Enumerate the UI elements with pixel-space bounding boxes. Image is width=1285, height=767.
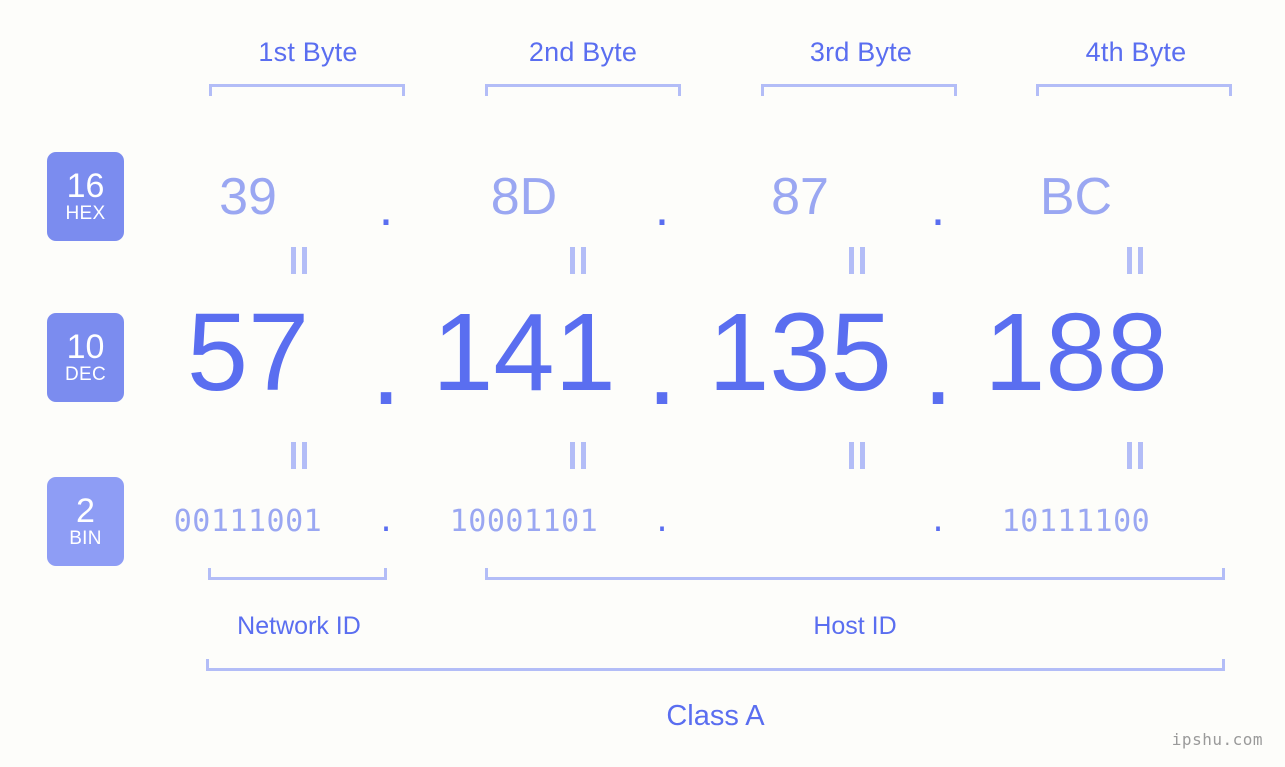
bin-octet-2: 10001101 bbox=[449, 504, 599, 539]
equals-mark-dec-bin-1 bbox=[289, 442, 311, 469]
equals-mark-dec-bin-2 bbox=[568, 442, 590, 469]
radix-badge-bin: 2 BIN bbox=[47, 477, 124, 566]
byte-header-3: 3rd Byte bbox=[809, 37, 913, 67]
bin-separator-1: . bbox=[376, 504, 396, 539]
radix-badge-dec-name: DEC bbox=[64, 363, 106, 385]
bin-octet-4: 10111100 bbox=[1001, 504, 1151, 539]
equals-mark-hex-dec-1 bbox=[289, 247, 311, 274]
dec-octet-4: 188 bbox=[984, 291, 1168, 414]
radix-badge-hex-number: 16 bbox=[66, 166, 105, 205]
dec-row: 57 . 141 . 135 . 188 bbox=[150, 288, 1260, 428]
dec-octet-2: 141 bbox=[432, 291, 616, 414]
host-id-bracket bbox=[485, 568, 1225, 580]
byte-bracket-2 bbox=[485, 84, 681, 96]
hex-octet-1: 39 bbox=[219, 168, 277, 226]
watermark: ipshu.com bbox=[1171, 730, 1263, 749]
bin-octet-1: 00111001 bbox=[173, 504, 323, 539]
equals-mark-hex-dec-2 bbox=[568, 247, 590, 274]
dec-octet-3: 135 bbox=[708, 291, 892, 414]
radix-badge-hex-name: HEX bbox=[65, 202, 106, 224]
hex-separator-3: . bbox=[930, 179, 946, 237]
radix-badge-dec-number: 10 bbox=[66, 327, 105, 366]
byte-header-1: 1st Byte bbox=[258, 37, 358, 67]
byte-header-2: 2nd Byte bbox=[528, 37, 638, 67]
radix-badge-hex: 16 HEX bbox=[47, 152, 124, 241]
byte-bracket-3 bbox=[761, 84, 957, 96]
byte-header-4: 4th Byte bbox=[1085, 37, 1187, 67]
dec-separator-1: . bbox=[370, 305, 402, 428]
dec-octet-1: 57 bbox=[186, 291, 310, 414]
bin-row: 00111001 . 10001101 . . 10111100 bbox=[150, 492, 1260, 552]
equals-mark-dec-bin-4 bbox=[1125, 442, 1147, 469]
radix-badge-bin-name: BIN bbox=[69, 527, 102, 549]
network-id-label: Network ID bbox=[237, 612, 361, 640]
hex-octet-4: BC bbox=[1039, 168, 1113, 226]
bin-separator-3: . bbox=[928, 504, 948, 539]
dec-separator-2: . bbox=[646, 305, 678, 428]
class-label: Class A bbox=[666, 700, 765, 732]
ip-breakdown-diagram: 1st Byte 2nd Byte 3rd Byte 4th Byte 16 H… bbox=[0, 0, 1285, 767]
equals-mark-dec-bin-3 bbox=[847, 442, 869, 469]
hex-octet-3: 87 bbox=[771, 168, 829, 226]
bin-separator-2: . bbox=[652, 504, 672, 539]
host-id-label: Host ID bbox=[813, 612, 897, 640]
class-bracket bbox=[206, 659, 1225, 671]
byte-bracket-1 bbox=[209, 84, 405, 96]
radix-badge-dec: 10 DEC bbox=[47, 313, 124, 402]
hex-separator-1: . bbox=[378, 179, 394, 237]
equals-mark-hex-dec-3 bbox=[847, 247, 869, 274]
hex-separator-2: . bbox=[654, 179, 670, 237]
dec-separator-3: . bbox=[922, 305, 954, 428]
byte-bracket-4 bbox=[1036, 84, 1232, 96]
hex-octet-2: 8D bbox=[490, 168, 558, 226]
equals-mark-hex-dec-4 bbox=[1125, 247, 1147, 274]
network-id-bracket bbox=[208, 568, 387, 580]
hex-row: 39 . 8D . 87 . BC bbox=[150, 150, 1260, 244]
radix-badge-bin-number: 2 bbox=[76, 491, 95, 530]
